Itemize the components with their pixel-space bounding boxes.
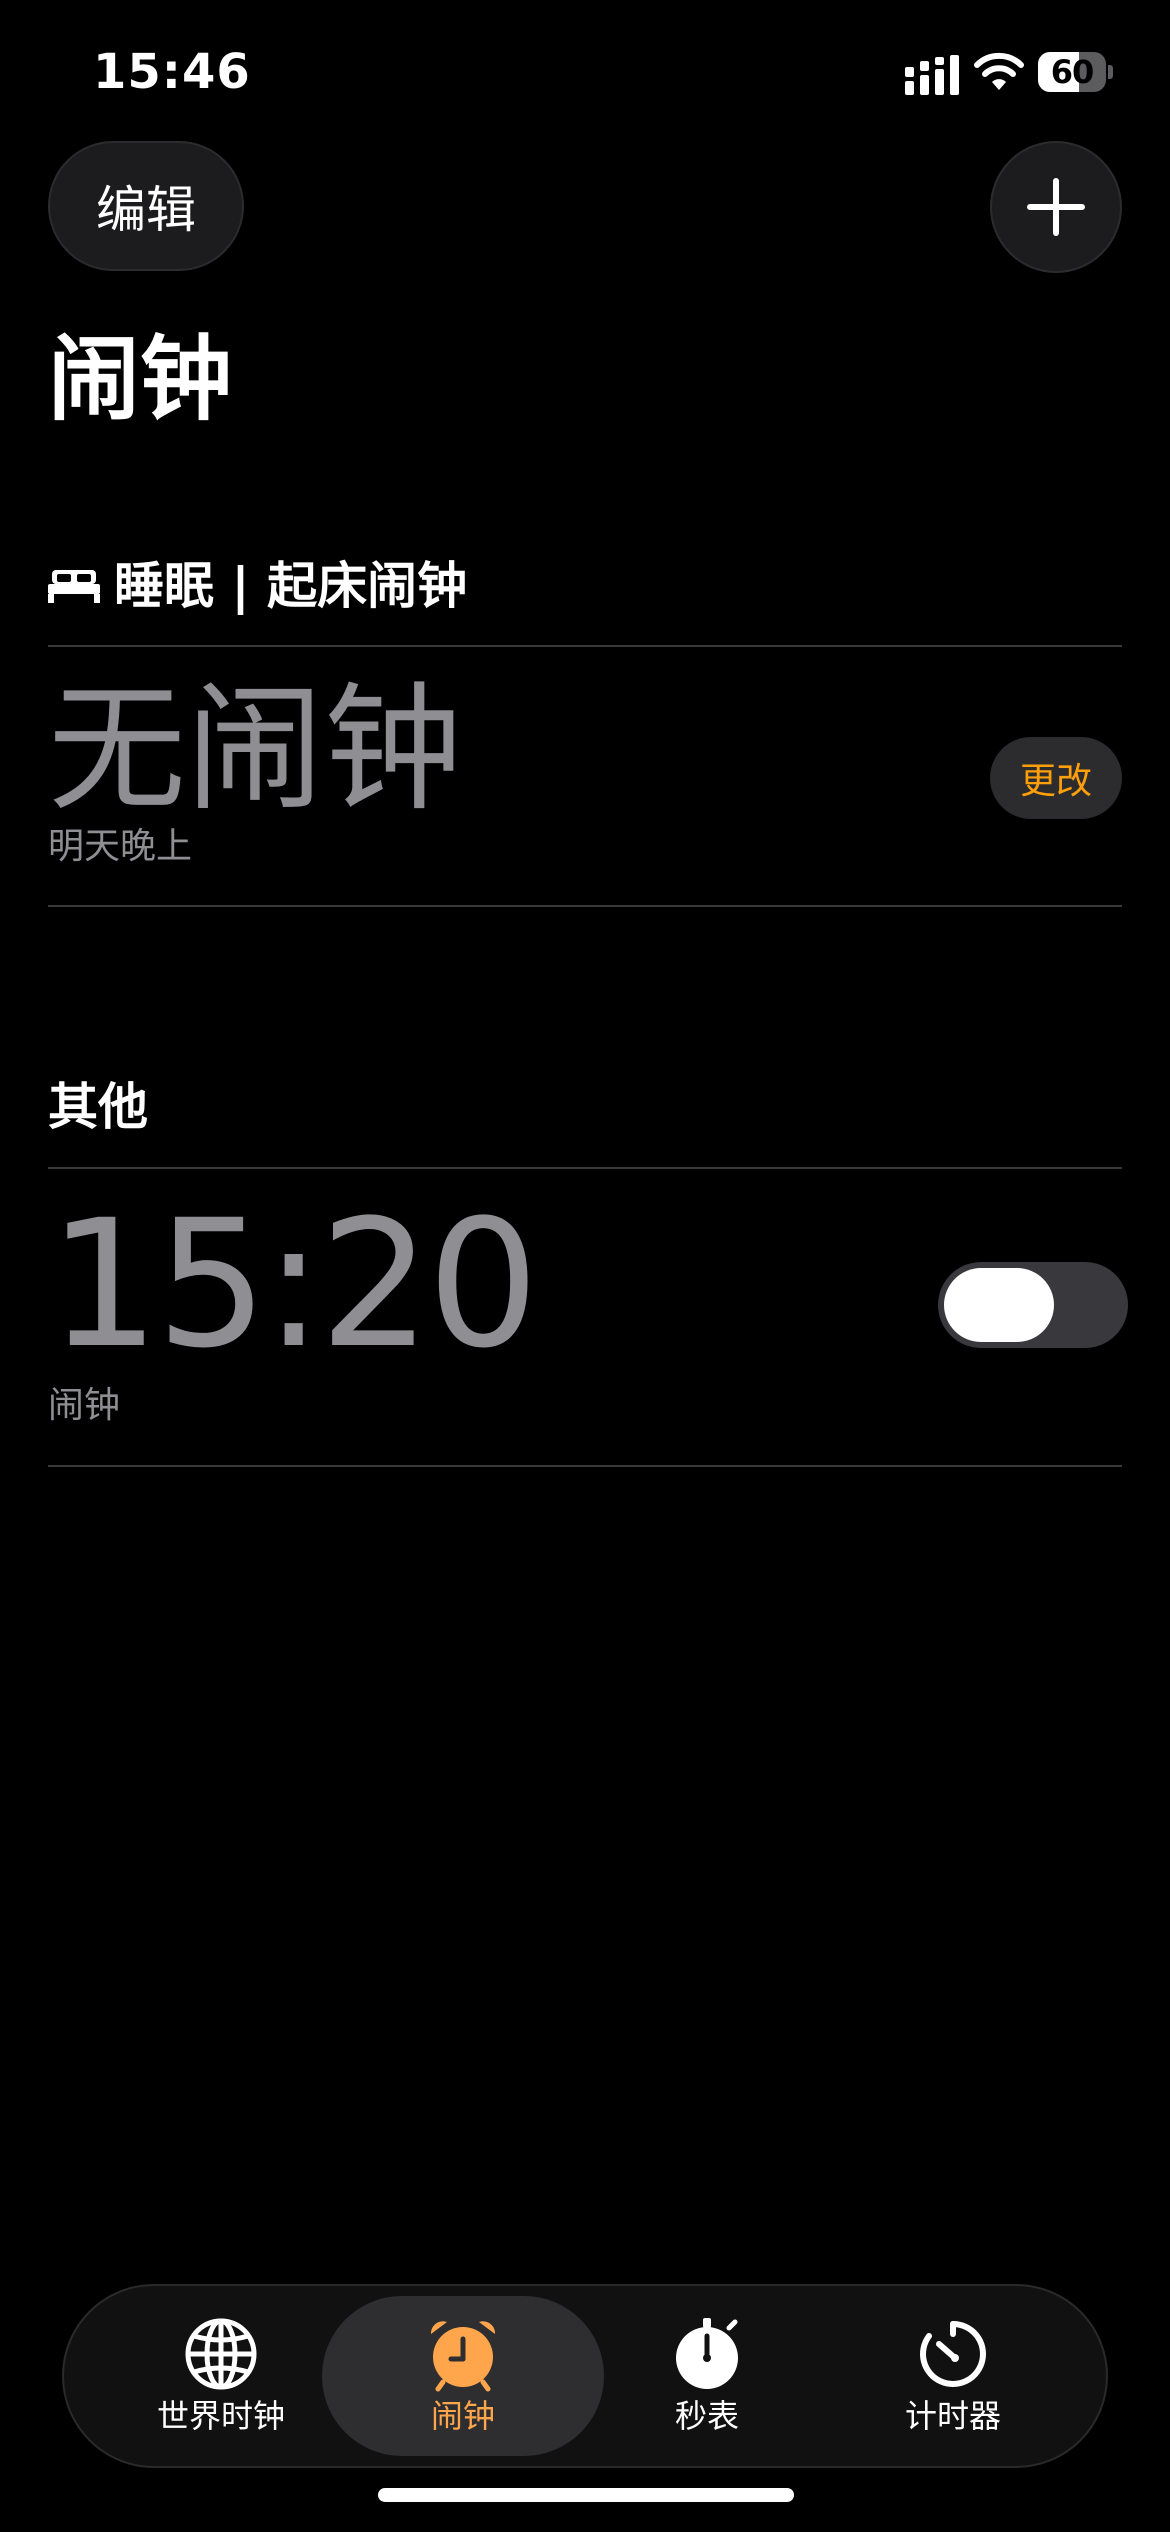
sleep-section-header: 睡眠 | 起床闹钟 [48,556,467,616]
status-time: 15:46 [93,44,251,100]
alarm-clock-icon [430,2321,496,2392]
divider [48,905,1122,907]
tab-stopwatch[interactable]: 秒表 [566,2296,848,2456]
other-section-header: 其他 [48,1077,148,1137]
timer-icon [920,2321,986,2387]
toggle-knob [944,1268,1054,1342]
sleep-section-label: 睡眠 | 起床闹钟 [114,557,468,615]
tab-label: 世界时钟 [156,2397,285,2435]
tab-alarm[interactable]: 闹钟 [322,2296,604,2456]
alarm-time[interactable]: 15:20 [48,1190,539,1380]
tab-label: 秒表 [674,2397,739,2435]
divider [48,1167,1122,1169]
change-button[interactable]: 更改 [990,737,1122,819]
divider [48,645,1122,647]
tab-label: 计时器 [904,2397,1001,2435]
page-title: 闹钟 [48,326,233,433]
globe-icon [185,2318,257,2390]
alarm-label: 闹钟 [48,1385,121,1426]
edit-button[interactable]: 编辑 [48,141,244,271]
sleep-sub-text: 明天晚上 [48,826,193,867]
tab-bar: 世界时钟 闹钟 秒表 计时器 [62,2284,1108,2468]
tab-label: 闹钟 [430,2397,495,2435]
battery-percent: 60 [1050,53,1095,91]
tab-world-clock[interactable]: 世界时钟 [80,2296,362,2456]
bed-icon [48,570,100,603]
battery-indicator: 60 [1038,52,1113,92]
tab-timer[interactable]: 计时器 [812,2296,1094,2456]
add-alarm-button[interactable] [990,141,1122,273]
alarm-toggle[interactable] [938,1262,1128,1348]
stopwatch-icon [676,2318,738,2389]
no-alarm-text[interactable]: 无闹钟 [48,675,462,825]
cellular-signal-icon [905,55,959,95]
home-indicator[interactable] [378,2488,794,2502]
divider [48,1465,1122,1467]
other-section-label: 其他 [48,1078,148,1136]
plus-icon [1027,178,1085,236]
wifi-icon [974,52,1024,90]
